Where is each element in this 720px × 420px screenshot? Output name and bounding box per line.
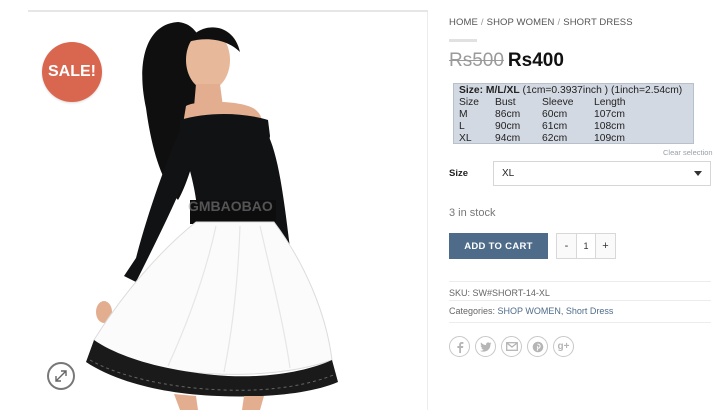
- size-chart-row: M 86cm 60cm 107cm: [459, 109, 626, 121]
- size-chart-cell: 86cm: [495, 109, 521, 120]
- twitter-icon: [479, 341, 491, 352]
- price-row: Rs500 Rs400: [449, 50, 564, 72]
- share-icons: g+: [449, 336, 574, 357]
- quantity-plus-button[interactable]: +: [596, 234, 615, 258]
- add-to-cart-button[interactable]: ADD TO CART: [449, 233, 548, 259]
- size-chart-cell: Length: [594, 97, 626, 108]
- zoom-button[interactable]: [47, 362, 75, 390]
- googleplus-icon: g+: [557, 341, 570, 352]
- size-select-value: XL: [502, 168, 515, 179]
- old-price: Rs500: [449, 50, 504, 71]
- breadcrumb-shop-women[interactable]: SHOP WOMEN: [487, 17, 555, 28]
- size-chart-table: Size Bust Sleeve Length M 86cm 60cm 107c…: [459, 97, 626, 145]
- meta-divider: [449, 281, 711, 282]
- categories-label: Categories:: [449, 306, 496, 316]
- share-twitter-button[interactable]: [475, 336, 496, 357]
- size-chart-sizes: Size: M/L/XL: [459, 85, 520, 96]
- size-chart-cell: 61cm: [542, 121, 568, 132]
- size-chart-cell: 109cm: [594, 133, 625, 144]
- quantity-minus-button[interactable]: -: [557, 234, 576, 258]
- sale-price: Rs400: [507, 50, 564, 71]
- product-image-pane[interactable]: GMBAOBAO SALE!: [28, 12, 428, 410]
- breadcrumb-short-dress[interactable]: SHORT DRESS: [563, 17, 632, 28]
- size-chart-cell: 94cm: [495, 133, 521, 144]
- sale-badge: SALE!: [42, 42, 102, 102]
- breadcrumb-home[interactable]: HOME: [449, 17, 478, 28]
- size-chart-cell: 62cm: [542, 133, 568, 144]
- share-facebook-button[interactable]: [449, 336, 470, 357]
- facebook-icon: [456, 341, 463, 353]
- size-chart-row: XL 94cm 62cm 109cm: [459, 133, 626, 145]
- size-chart-cell: Size: [459, 97, 480, 108]
- size-chart-cell: 60cm: [542, 109, 568, 120]
- size-chart: Size: M/L/XL (1cm=0.3937inch ) (1inch=2.…: [453, 83, 694, 144]
- size-chart-cell: XL: [459, 133, 472, 144]
- size-chart-row: L 90cm 61cm 108cm: [459, 121, 626, 133]
- stock-status: 3 in stock: [449, 207, 496, 219]
- size-chart-cell: 107cm: [594, 109, 625, 120]
- expand-icon: [55, 370, 67, 382]
- quantity-input[interactable]: 1: [576, 234, 596, 258]
- share-email-button[interactable]: [501, 336, 522, 357]
- breadcrumb: HOME / SHOP WOMEN / SHORT DRESS: [449, 17, 633, 28]
- category-link-short-dress[interactable]: Short Dress: [566, 306, 614, 316]
- clear-selection-link[interactable]: Clear selection: [663, 148, 713, 157]
- size-chart-cell: 90cm: [495, 121, 521, 132]
- share-pinterest-button[interactable]: [527, 336, 548, 357]
- size-chart-header-row: Size Bust Sleeve Length: [459, 97, 626, 109]
- meta-divider: [449, 322, 711, 323]
- email-icon: [505, 342, 518, 351]
- size-select-label: Size: [449, 168, 469, 179]
- size-chart-conversion: (1cm=0.3937inch ) (1inch=2.54cm): [522, 85, 683, 96]
- pinterest-icon: [532, 341, 543, 352]
- size-chart-cell: Bust: [495, 97, 516, 108]
- breadcrumb-separator: /: [557, 17, 561, 28]
- size-chart-heading: Size: M/L/XL (1cm=0.3937inch ) (1inch=2.…: [459, 85, 688, 97]
- category-link-shop-women[interactable]: SHOP WOMEN: [498, 306, 561, 316]
- quantity-stepper: - 1 +: [556, 233, 616, 259]
- sku-text: SKU: SW#SHORT-14-XL: [449, 288, 550, 298]
- title-divider: [449, 39, 477, 42]
- size-chart-cell: Sleeve: [542, 97, 574, 108]
- size-chart-cell: L: [459, 121, 465, 132]
- watermark-text: GMBAOBAO: [188, 198, 273, 214]
- product-summary: HOME / SHOP WOMEN / SHORT DRESS Rs500 Rs400 S…: [449, 0, 713, 420]
- size-chart-cell: 108cm: [594, 121, 625, 132]
- breadcrumb-separator: /: [480, 17, 484, 28]
- size-select[interactable]: XL: [493, 161, 711, 186]
- chevron-down-icon: [694, 171, 702, 176]
- categories: Categories: SHOP WOMEN, Short Dress: [449, 306, 614, 316]
- meta-divider: [449, 300, 711, 301]
- size-chart-cell: M: [459, 109, 468, 120]
- share-googleplus-button[interactable]: g+: [553, 336, 574, 357]
